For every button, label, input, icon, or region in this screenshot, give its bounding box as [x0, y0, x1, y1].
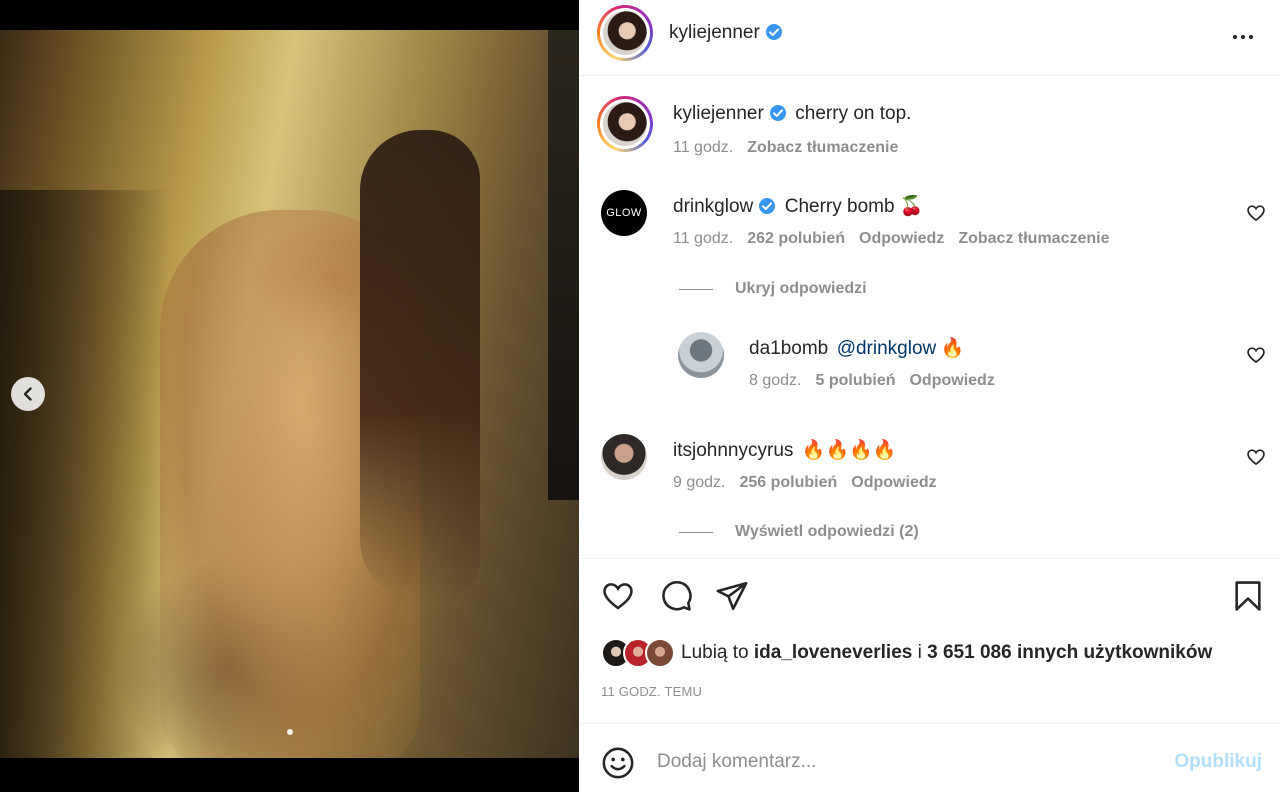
add-comment-bar: Opublikuj: [579, 723, 1280, 792]
caption-text: cherry on top.: [795, 103, 912, 124]
like-heart-icon[interactable]: [601, 579, 635, 613]
reply-button[interactable]: Odpowiedz: [851, 474, 936, 491]
likes-count[interactable]: 3 651 086 innych użytkowników: [927, 642, 1212, 663]
reply-meta: 8 godz. 5 polubień Odpowiedz: [749, 372, 995, 390]
post-sidebar: kyliejenner kyliejenner cherry on top. 1…: [579, 0, 1280, 792]
caption: kyliejenner cherry on top. 11 godz. Zobac…: [579, 94, 1280, 164]
caption-meta: 11 godz. Zobacz tłumaczenie: [673, 139, 898, 157]
comment-time[interactable]: 9 godz.: [673, 474, 725, 491]
comment-item: itsjohnnycyrus 🔥🔥🔥🔥 9 godz. 256 polubień O…: [579, 431, 1280, 511]
reply-mention[interactable]: @drinkglow: [837, 338, 937, 359]
more-icon: [1233, 35, 1237, 39]
post-actions: Lubią to ida_loveneverlies i 3 651 086 i…: [579, 558, 1280, 792]
chevron-left-icon: [23, 387, 32, 401]
liker-username[interactable]: ida_loveneverlies: [754, 642, 912, 663]
comment-like-icon[interactable]: [1246, 447, 1266, 467]
view-replies-toggle[interactable]: Wyświetl odpowiedzi (2): [679, 523, 919, 541]
comment-likes[interactable]: 262 polubień: [747, 230, 845, 247]
caption-avatar[interactable]: [597, 96, 653, 152]
caption-time[interactable]: 11 godz.: [673, 139, 733, 156]
comment-input[interactable]: [657, 742, 1157, 782]
comment-item: GLOW drinkglow Cherry bomb 🍒 11 godz. 262…: [579, 187, 1280, 267]
comment-username[interactable]: itsjohnnycyrus: [673, 440, 793, 461]
reply-button[interactable]: Odpowiedz: [909, 372, 994, 389]
reply-avatar[interactable]: [678, 332, 724, 378]
post-header: kyliejenner: [579, 0, 1280, 76]
more-options-button[interactable]: [1228, 22, 1258, 52]
comments-list[interactable]: kyliejenner cherry on top. 11 godz. Zobac…: [579, 77, 1280, 558]
comment-time[interactable]: 11 godz.: [673, 230, 733, 247]
liker-avatars[interactable]: [601, 638, 675, 668]
comment-avatar[interactable]: GLOW: [601, 190, 647, 236]
reply-text: 🔥: [940, 338, 965, 359]
reply-username[interactable]: da1bomb: [749, 338, 828, 359]
instagram-post-modal: kyliejenner kyliejenner cherry on top. 1…: [0, 0, 1280, 792]
comment-meta: 9 godz. 256 polubień Odpowiedz: [673, 474, 937, 492]
glow-logo: GLOW: [606, 207, 642, 219]
translate-link[interactable]: Zobacz tłumaczenie: [958, 230, 1109, 247]
carousel-dots: [0, 729, 579, 735]
avatar: [645, 638, 675, 668]
comment-username[interactable]: drinkglow: [673, 196, 753, 217]
caption-username[interactable]: kyliejenner: [673, 103, 764, 124]
post-media-pane: [0, 0, 579, 792]
verified-badge-icon: [765, 24, 782, 40]
comment-avatar[interactable]: [601, 434, 647, 480]
reply-likes[interactable]: 5 polubień: [815, 372, 895, 389]
reply-button[interactable]: Odpowiedz: [859, 230, 944, 247]
bookmark-icon[interactable]: [1231, 579, 1265, 613]
carousel-dot-active: [286, 729, 293, 735]
author-username[interactable]: kyliejenner: [669, 22, 760, 43]
share-send-icon[interactable]: [715, 579, 749, 613]
comment-text: 🔥🔥🔥🔥: [801, 440, 897, 461]
comment-meta: 11 godz. 262 polubień Odpowiedz Zobacz tłum…: [673, 230, 1109, 248]
likes-summary: Lubią to ida_loveneverlies i 3 651 086 i…: [601, 638, 1212, 668]
comment-text: Cherry bomb 🍒: [784, 196, 924, 217]
reply-time[interactable]: 8 godz.: [749, 372, 801, 389]
reply-item: da1bomb @drinkglow 🔥 8 godz. 5 polubień Od…: [579, 329, 1280, 409]
reply-like-icon[interactable]: [1246, 345, 1266, 365]
caption-translate-link[interactable]: Zobacz tłumaczenie: [747, 139, 898, 156]
author-avatar[interactable]: [597, 5, 653, 61]
hide-replies-toggle[interactable]: Ukryj odpowiedzi: [679, 280, 867, 298]
verified-badge-icon: [759, 198, 776, 214]
comment-like-icon[interactable]: [1246, 203, 1266, 223]
comment-likes[interactable]: 256 polubień: [739, 474, 837, 491]
post-comment-button[interactable]: Opublikuj: [1174, 751, 1262, 773]
likes-text: Lubią to ida_loveneverlies i 3 651 086 i…: [681, 642, 1213, 663]
emoji-icon[interactable]: [601, 746, 635, 780]
verified-badge-icon: [769, 105, 786, 121]
carousel-prev-button[interactable]: [11, 377, 45, 411]
post-photo: [0, 30, 579, 758]
comment-bubble-icon[interactable]: [659, 579, 693, 613]
post-timestamp[interactable]: 11 GODZ. TEMU: [601, 684, 702, 699]
